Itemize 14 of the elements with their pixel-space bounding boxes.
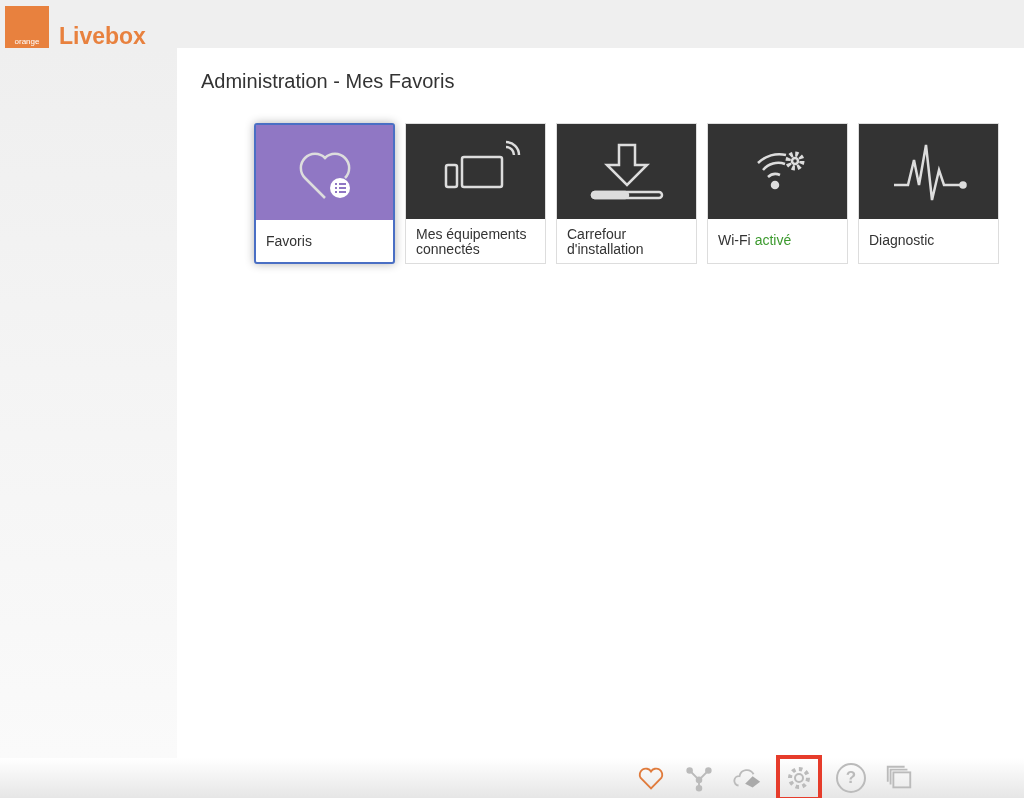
favorite-tile[interactable]: Favoris bbox=[254, 123, 395, 264]
favorite-tile[interactable]: Wi-Fi activé bbox=[707, 123, 848, 264]
logo-name: Livebox bbox=[59, 23, 146, 50]
tile-label: Wi-Fi activé bbox=[717, 231, 793, 250]
settings-icon[interactable] bbox=[776, 755, 822, 798]
favorite-tile[interactable]: Diagnostic bbox=[858, 123, 999, 264]
page-title: Administration - Mes Favoris bbox=[201, 70, 456, 93]
tile-label: Favoris bbox=[265, 232, 313, 251]
tile-label: Diagnostic bbox=[868, 231, 936, 250]
tile-label: Carrefour d'installation bbox=[566, 225, 645, 259]
favorite-tile[interactable]: Carrefour d'installation bbox=[556, 123, 697, 264]
tile-label: Mes équipements connectés bbox=[415, 225, 528, 259]
favorite-tile[interactable]: Mes équipements connectés bbox=[405, 123, 546, 264]
logo-badge: orange bbox=[5, 6, 49, 50]
